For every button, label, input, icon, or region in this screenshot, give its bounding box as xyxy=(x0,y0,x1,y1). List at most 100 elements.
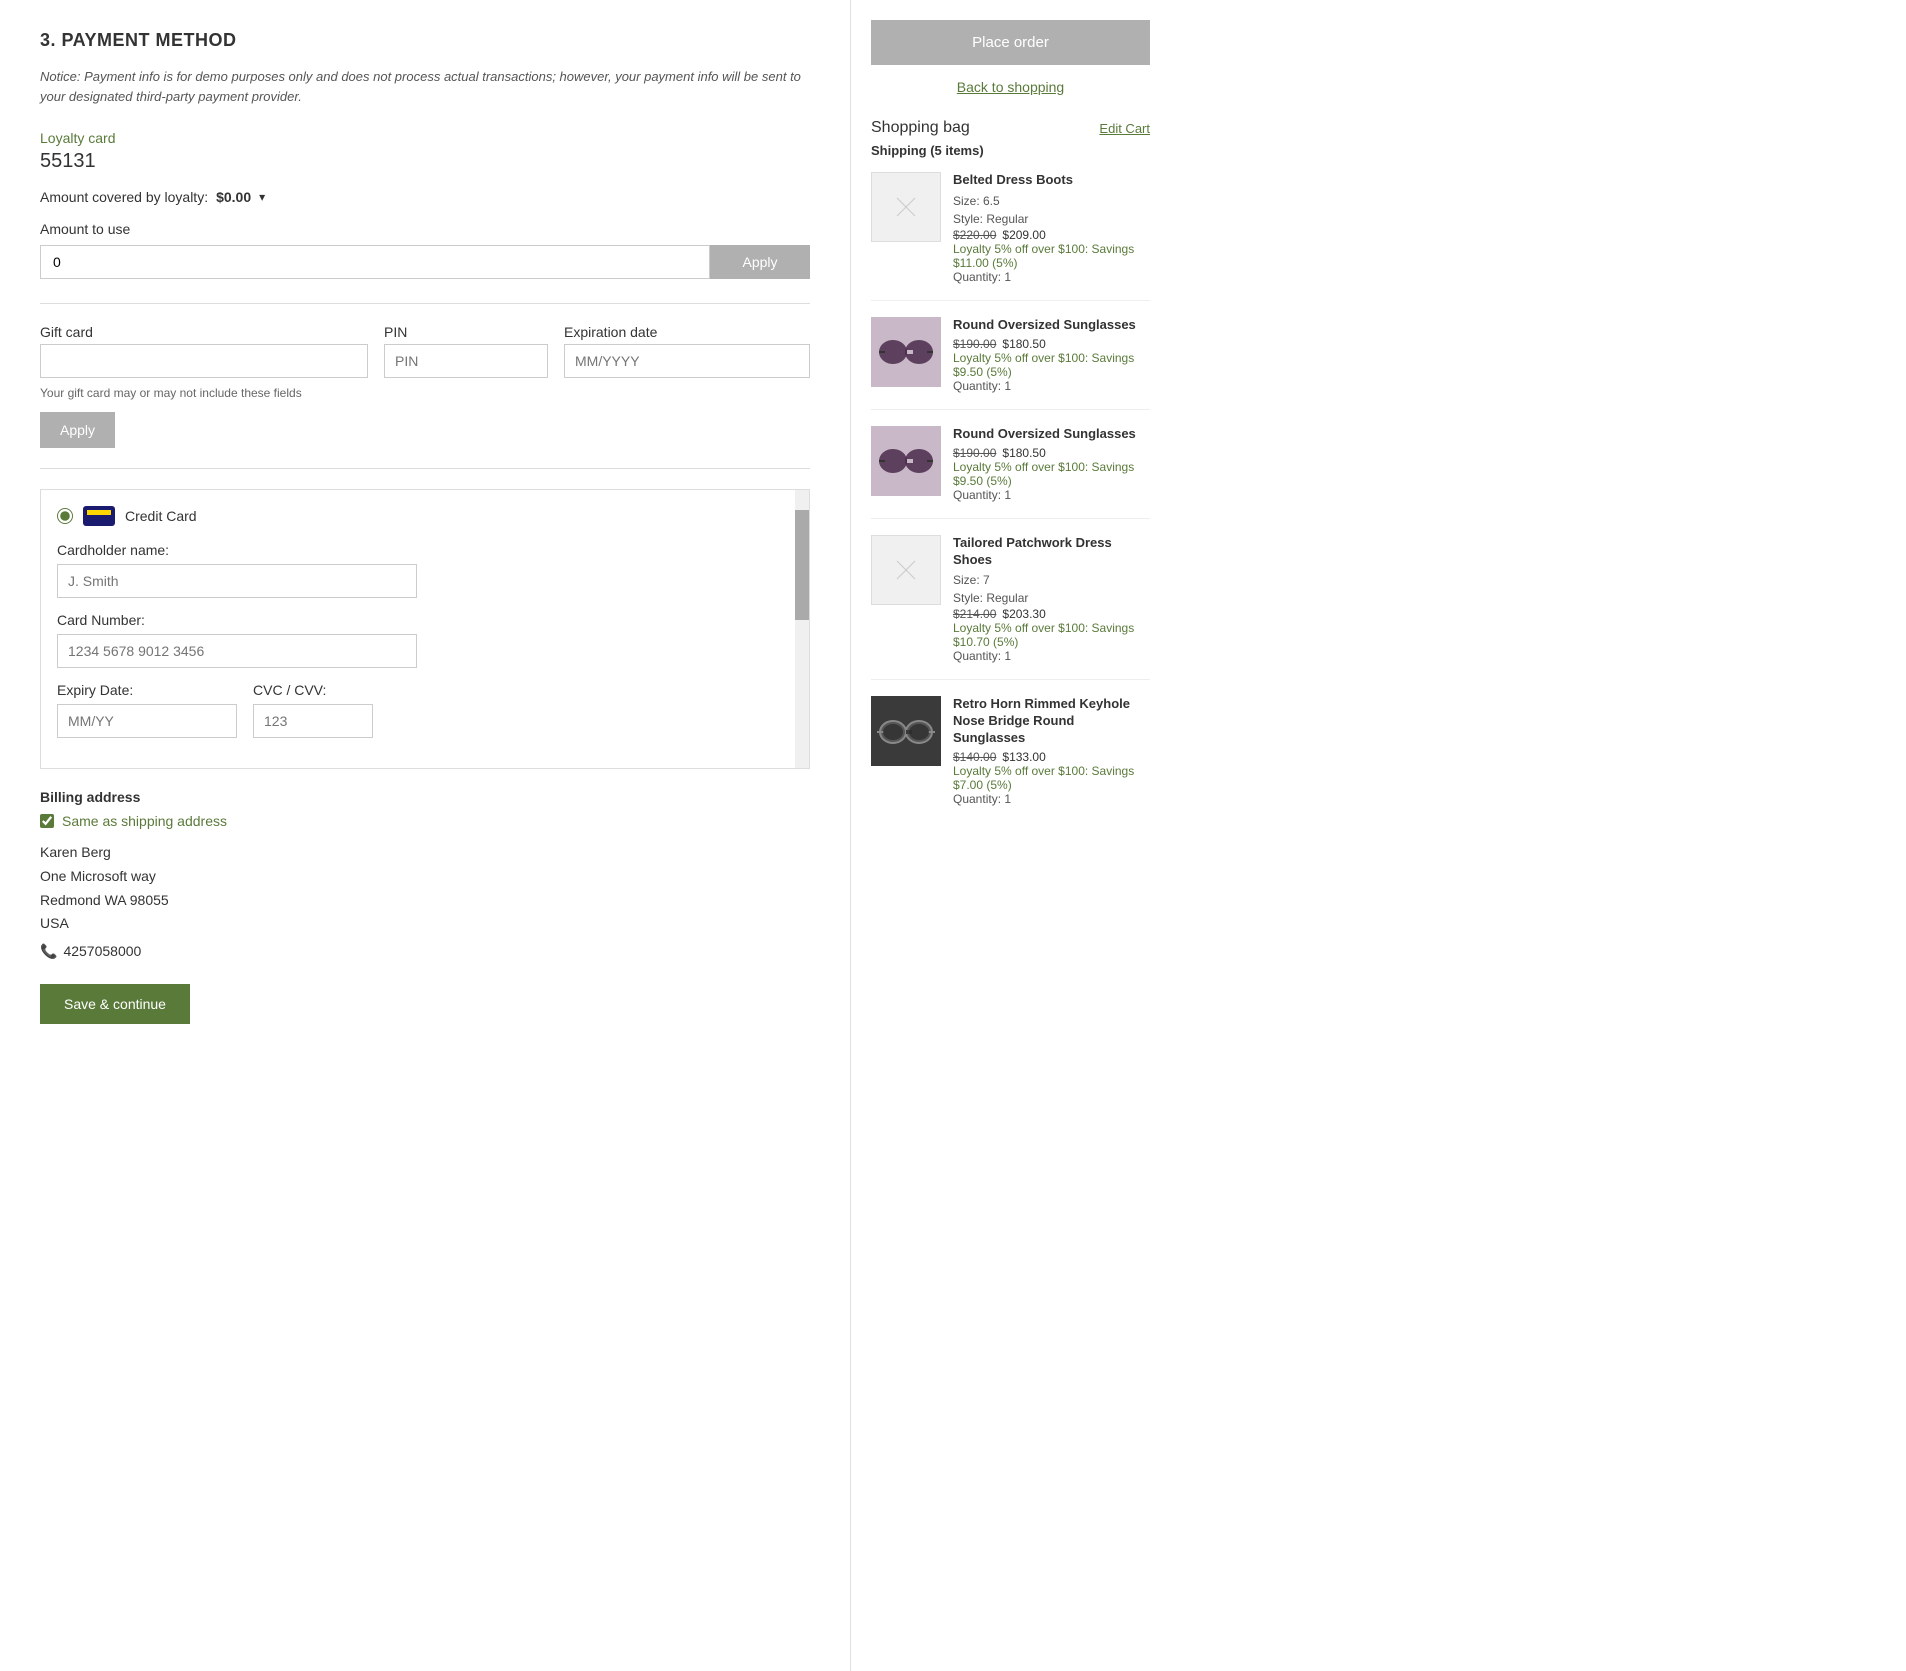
price-original: $220.00 xyxy=(953,228,996,242)
amount-to-use-label: Amount to use xyxy=(40,221,810,237)
edit-cart-link[interactable]: Edit Cart xyxy=(1099,121,1150,136)
place-order-button[interactable]: Place order xyxy=(871,20,1150,65)
expiry-label: Expiry Date: xyxy=(57,682,237,698)
loyalty-savings: Loyalty 5% off over $100: Savings $7.00 … xyxy=(953,764,1150,792)
shipping-label: Shipping (5 items) xyxy=(871,143,1150,158)
gift-card-section: Gift card PIN Expiration date Your gift … xyxy=(40,324,810,448)
credit-card-radio[interactable] xyxy=(57,508,73,524)
quantity: Quantity: 1 xyxy=(953,792,1150,806)
card-number-input[interactable] xyxy=(57,634,417,668)
expiration-label: Expiration date xyxy=(564,324,810,340)
cart-item-info: Round Oversized Sunglasses $190.00 $180.… xyxy=(953,317,1150,393)
item-name: Tailored Patchwork Dress Shoes xyxy=(953,535,1150,569)
cart-item-image xyxy=(871,696,941,766)
item-name: Round Oversized Sunglasses xyxy=(953,426,1150,443)
same-as-shipping-row: Same as shipping address xyxy=(40,813,810,829)
price-original: $140.00 xyxy=(953,750,996,764)
scrollbar-track[interactable] xyxy=(795,490,809,768)
notice-text: Notice: Payment info is for demo purpose… xyxy=(40,67,810,106)
loyalty-amount-input[interactable] xyxy=(40,245,710,279)
save-continue-button[interactable]: Save & continue xyxy=(40,984,190,1024)
cart-item: Tailored Patchwork Dress Shoes Size: 7 S… xyxy=(871,535,1150,681)
item-size: Size: 6.5 xyxy=(953,192,1150,210)
loyalty-apply-row: Apply xyxy=(40,245,810,279)
cart-item-info: Belted Dress Boots Size: 6.5 Style: Regu… xyxy=(953,172,1150,284)
cart-item: Belted Dress Boots Size: 6.5 Style: Regu… xyxy=(871,172,1150,301)
cart-item: Retro Horn Rimmed Keyhole Nose Bridge Ro… xyxy=(871,696,1150,822)
expiration-input[interactable] xyxy=(564,344,810,378)
loyalty-number: 55131 xyxy=(40,150,810,173)
price-sale: $133.00 xyxy=(1002,750,1045,764)
cart-item-image xyxy=(871,172,941,242)
price-sale: $180.50 xyxy=(1002,446,1045,460)
cardholder-label: Cardholder name: xyxy=(57,542,793,558)
pin-input[interactable] xyxy=(384,344,548,378)
credit-card-label: Credit Card xyxy=(125,508,197,524)
sidebar: Place order Back to shopping Shopping ba… xyxy=(850,0,1170,1671)
quantity: Quantity: 1 xyxy=(953,488,1150,502)
credit-card-row: Credit Card xyxy=(57,506,793,526)
gift-card-input[interactable] xyxy=(40,344,368,378)
gift-card-label: Gift card xyxy=(40,324,368,340)
amount-covered-row: Amount covered by loyalty: $0.00 ▾ xyxy=(40,189,810,205)
shopping-bag-header: Shopping bag Edit Cart xyxy=(871,119,1150,137)
same-as-shipping-label: Same as shipping address xyxy=(62,813,227,829)
loyalty-card-label: Loyalty card xyxy=(40,130,810,146)
card-number-label: Card Number: xyxy=(57,612,793,628)
amount-covered-value: $0.00 xyxy=(216,189,251,205)
cvc-input[interactable] xyxy=(253,704,373,738)
loyalty-savings: Loyalty 5% off over $100: Savings $9.50 … xyxy=(953,460,1150,488)
back-to-shopping-link[interactable]: Back to shopping xyxy=(871,79,1150,95)
amount-covered-label: Amount covered by loyalty: xyxy=(40,189,208,205)
price-original: $190.00 xyxy=(953,446,996,460)
item-style: Style: Regular xyxy=(953,589,1150,607)
quantity: Quantity: 1 xyxy=(953,379,1150,393)
billing-address2: Redmond WA 98055 xyxy=(40,889,810,913)
payment-scroll-container: Credit Card Cardholder name: Card Number… xyxy=(41,490,809,768)
expiry-group: Expiry Date: xyxy=(57,682,237,738)
price-sale: $209.00 xyxy=(1002,228,1045,242)
card-number-group: Card Number: xyxy=(57,612,793,668)
expiry-cvc-row: Expiry Date: CVC / CVV: xyxy=(57,682,793,752)
price-original: $214.00 xyxy=(953,607,996,621)
cart-item-image xyxy=(871,535,941,605)
billing-country: USA xyxy=(40,912,810,936)
cart-item-info: Round Oversized Sunglasses $190.00 $180.… xyxy=(953,426,1150,502)
billing-address-text: Karen Berg One Microsoft way Redmond WA … xyxy=(40,841,810,964)
item-name: Belted Dress Boots xyxy=(953,172,1150,189)
loyalty-apply-button[interactable]: Apply xyxy=(710,245,810,279)
billing-name: Karen Berg xyxy=(40,841,810,865)
quantity: Quantity: 1 xyxy=(953,270,1150,284)
price-sale: $203.30 xyxy=(1002,607,1045,621)
price-row: $190.00 $180.50 xyxy=(953,446,1150,460)
price-row: $140.00 $133.00 xyxy=(953,750,1150,764)
phone-row: 📞 4257058000 xyxy=(40,940,810,964)
cvc-label: CVC / CVV: xyxy=(253,682,373,698)
scrollbar-thumb[interactable] xyxy=(795,510,809,620)
loyalty-card-section: Loyalty card 55131 Amount covered by loy… xyxy=(40,130,810,279)
cart-item: Round Oversized Sunglasses $190.00 $180.… xyxy=(871,426,1150,519)
same-as-shipping-checkbox[interactable] xyxy=(40,814,54,828)
loyalty-savings: Loyalty 5% off over $100: Savings $10.70… xyxy=(953,621,1150,649)
phone-number: 4257058000 xyxy=(63,940,141,964)
item-style: Style: Regular xyxy=(953,210,1150,228)
shopping-bag-title: Shopping bag xyxy=(871,119,970,137)
expiry-input[interactable] xyxy=(57,704,237,738)
pin-label: PIN xyxy=(384,324,548,340)
item-size: Size: 7 xyxy=(953,571,1150,589)
cart-item-info: Tailored Patchwork Dress Shoes Size: 7 S… xyxy=(953,535,1150,664)
quantity: Quantity: 1 xyxy=(953,649,1150,663)
billing-address-title: Billing address xyxy=(40,789,810,805)
amount-dropdown-arrow[interactable]: ▾ xyxy=(259,190,265,204)
cardholder-input[interactable] xyxy=(57,564,417,598)
billing-address-section: Billing address Same as shipping address… xyxy=(40,789,810,964)
gift-card-apply-button[interactable]: Apply xyxy=(40,412,115,448)
loyalty-savings: Loyalty 5% off over $100: Savings $9.50 … xyxy=(953,351,1150,379)
price-original: $190.00 xyxy=(953,337,996,351)
gift-card-note: Your gift card may or may not include th… xyxy=(40,386,810,400)
cart-items-list: Belted Dress Boots Size: 6.5 Style: Regu… xyxy=(871,172,1150,822)
page-title: 3. PAYMENT METHOD xyxy=(40,30,810,51)
price-sale: $180.50 xyxy=(1002,337,1045,351)
credit-card-icon xyxy=(83,506,115,526)
price-row: $190.00 $180.50 xyxy=(953,337,1150,351)
